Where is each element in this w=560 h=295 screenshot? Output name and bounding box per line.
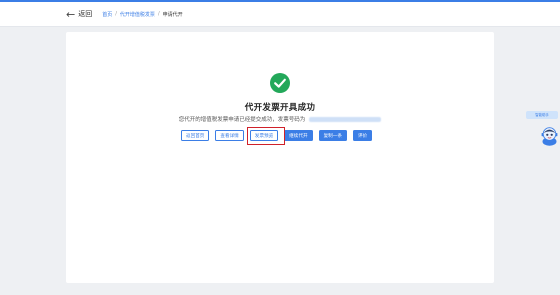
back-label: 返回 <box>78 10 93 18</box>
result-message-line: 您代开的增值税发票申请已经提交成功，发票号码为 <box>0 115 560 123</box>
continue-issue-button[interactable]: 继续代开 <box>284 130 313 141</box>
invoice-number-redacted <box>309 117 382 122</box>
arrow-left-icon: ← <box>66 7 76 21</box>
page-header: ← 返回 首页 / 代开增值税发票 / 申请代开 <box>0 2 560 27</box>
view-details-button[interactable]: 查看详情 <box>215 130 244 141</box>
breadcrumb-separator: / <box>115 11 117 17</box>
rate-button[interactable]: 评价 <box>352 130 373 141</box>
breadcrumb-separator: / <box>157 11 160 17</box>
highlight-box <box>247 127 285 145</box>
breadcrumb-current: 申请代开 <box>162 11 183 18</box>
assistant-tag[interactable]: 智能助手 <box>526 111 558 119</box>
copy-one-button[interactable]: 复制一条 <box>318 130 347 141</box>
robot-avatar-icon[interactable] <box>541 126 558 146</box>
breadcrumb-invoice[interactable]: 代开增值税发票 <box>120 11 155 18</box>
check-circle-icon <box>270 73 290 93</box>
result-message: 您代开的增值税发票申请已经提交成功，发票号码为 <box>178 117 306 123</box>
return-home-button[interactable]: 返回首页 <box>181 130 210 141</box>
result-card <box>66 32 494 283</box>
result-title: 代开发票开具成功 <box>244 103 316 113</box>
breadcrumb: 首页 / 代开增值税发票 / 申请代开 <box>102 11 182 18</box>
breadcrumb-home[interactable]: 首页 <box>102 11 112 18</box>
back-button[interactable]: ← 返回 <box>66 9 92 20</box>
